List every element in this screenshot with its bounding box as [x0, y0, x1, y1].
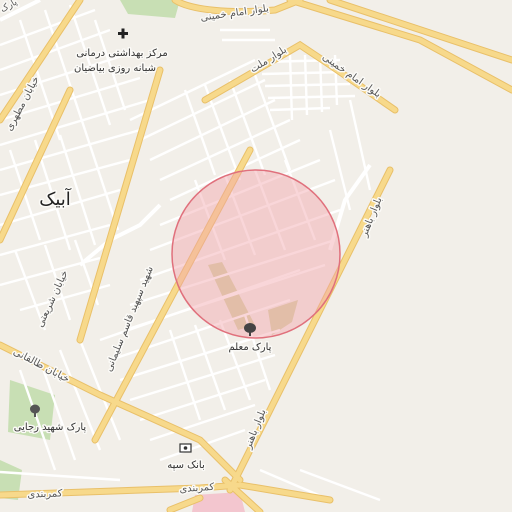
city-label: آبیک: [39, 187, 72, 210]
bank-sepah-label[interactable]: بانک سپه: [166, 459, 207, 473]
highlight-area[interactable]: [171, 169, 341, 339]
health-center-label-2[interactable]: شبانه روزی بیاضیان: [72, 62, 157, 76]
map-canvas[interactable]: آبیک مرکز بهداشتی درمانی شبانه روزی بیاض…: [0, 0, 512, 512]
bank-icon[interactable]: [179, 443, 192, 453]
map-view[interactable]: آبیک مرکز بهداشتی درمانی شبانه روزی بیاض…: [0, 0, 512, 512]
moallem-park-label[interactable]: پارک معلم: [227, 341, 273, 355]
rajaei-park-label[interactable]: پارک شهید رجایی: [12, 421, 88, 435]
street-kamarbandi-left: کمربندی: [27, 488, 63, 500]
health-center-label[interactable]: مرکز بهداشتی درمانی: [75, 47, 169, 61]
